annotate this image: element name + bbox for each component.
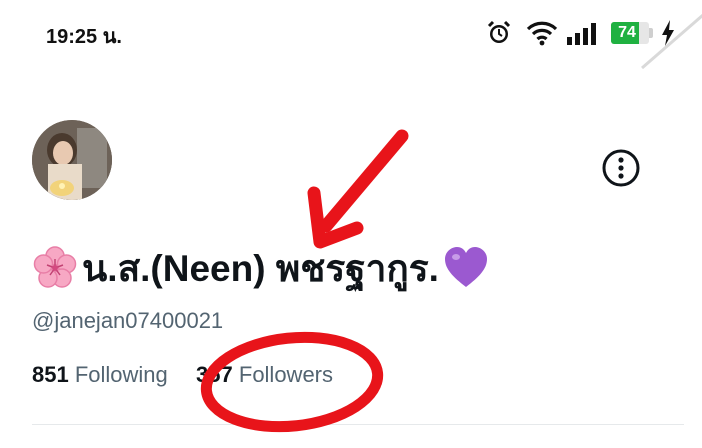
following-label: Following [74, 362, 168, 387]
display-name-text: น.ส.(Neen) พชรฐากูร. [82, 247, 439, 289]
followers-link[interactable]: 357 Followers [196, 362, 333, 388]
cherry-blossom-icon [33, 246, 77, 288]
following-link[interactable]: 851 Following [32, 362, 168, 388]
screen-edge-decoration [641, 13, 702, 70]
followers-count: 357 [196, 362, 233, 387]
display-name: น.ส.(Neen) พชรฐากูร. [32, 240, 632, 296]
status-time: 19:25 น. [46, 26, 122, 48]
wifi-icon [526, 21, 558, 46]
followers-label: Followers [238, 362, 334, 387]
avatar[interactable] [32, 120, 112, 200]
purple-heart-icon [444, 247, 487, 287]
alarm-icon [487, 20, 511, 43]
user-handle: @janejan07400021 [32, 308, 224, 333]
follow-stats: 851 Following 357 Followers [32, 362, 333, 388]
more-options-button[interactable] [601, 148, 641, 188]
following-count: 851 [32, 362, 69, 387]
status-bar: 19:25 น. 74 [0, 0, 702, 66]
signal-icon [567, 23, 596, 45]
red-arrow-icon [307, 129, 409, 249]
battery-level: 74 [618, 24, 636, 41]
divider [32, 424, 684, 425]
